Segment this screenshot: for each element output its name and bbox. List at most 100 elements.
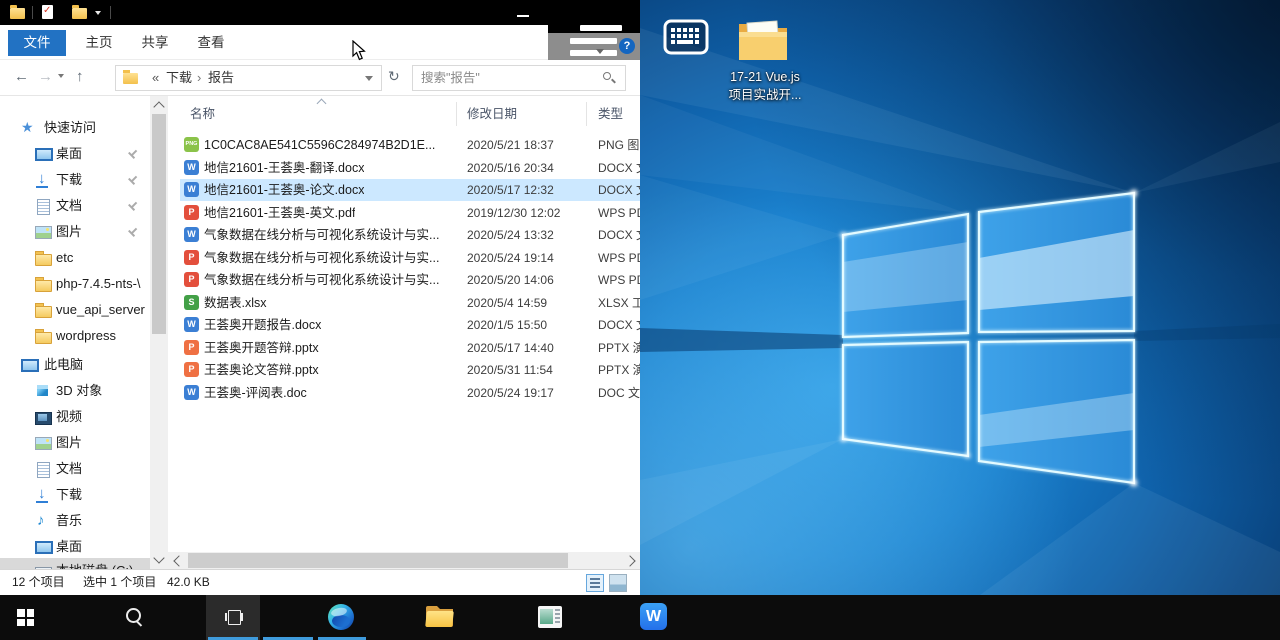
taskbar-wps-button[interactable]: W <box>314 595 364 640</box>
qat-separator <box>110 6 111 19</box>
file-row[interactable]: W 王荟奥开题报告.docx 2020/1/5 15:50 DOCX 文 <box>180 314 640 336</box>
search-box[interactable]: 搜索"报告" <box>412 65 626 91</box>
breadcrumb[interactable]: « 下载 › 报告 <box>115 65 382 91</box>
scroll-up-icon[interactable] <box>153 101 164 112</box>
breadcrumb-reports[interactable]: 报告 <box>208 66 234 90</box>
new-folder-qat-icon[interactable] <box>72 8 87 19</box>
wps-office-icon: W <box>640 603 667 630</box>
tab-file[interactable]: 文件 <box>8 30 66 56</box>
doc-file-icon: W <box>184 385 199 400</box>
file-row[interactable]: P 气象数据在线分析与可视化系统设计与实... 2020/5/24 19:14 … <box>180 247 640 269</box>
file-row[interactable]: P 地信21601-王荟奥-英文.pdf 2019/12/30 12:02 WP… <box>180 202 640 224</box>
scrollbar-thumb[interactable] <box>188 553 568 568</box>
column-header-name[interactable]: 名称 <box>190 100 215 128</box>
file-row[interactable]: PNG 1C0CAC8AE541C5596C284974B2D1E... 202… <box>180 134 640 156</box>
png-file-icon: PNG <box>184 137 199 152</box>
folder-icon <box>35 328 51 344</box>
properties-qat-icon[interactable] <box>42 5 53 19</box>
sidebar-item-documents-pc[interactable]: 文档 <box>0 456 150 482</box>
sidebar-item-downloads-pc[interactable]: 下载 <box>0 482 150 508</box>
sidebar-item-downloads[interactable]: 下载 <box>0 167 150 193</box>
list-horizontal-scrollbar[interactable] <box>168 552 640 569</box>
file-row[interactable]: W 王荟奥-评阅表.doc 2020/5/24 19:17 DOC 文 <box>180 382 640 404</box>
scroll-down-icon[interactable] <box>153 552 164 563</box>
taskbar-capture-app-button[interactable] <box>262 595 312 640</box>
scroll-right-icon[interactable] <box>624 555 635 566</box>
forward-icon[interactable]: → <box>38 68 53 85</box>
minimize-button[interactable] <box>508 0 538 25</box>
address-dropdown-chevron-icon[interactable] <box>365 76 373 81</box>
title-bar[interactable]: × <box>0 0 640 25</box>
search-icon[interactable] <box>603 72 611 80</box>
explorer-app-icon <box>10 8 25 19</box>
computer-icon <box>21 357 37 373</box>
qat-separator <box>32 6 33 19</box>
sidebar-item-documents[interactable]: 文档 <box>0 193 150 219</box>
scrollbar-thumb[interactable] <box>152 114 166 334</box>
tab-view[interactable]: 查看 <box>188 30 234 56</box>
scroll-left-icon[interactable] <box>173 555 184 566</box>
column-divider[interactable] <box>586 102 587 126</box>
tab-share[interactable]: 共享 <box>132 30 178 56</box>
file-row[interactable]: S 数据表.xlsx 2020/5/4 14:59 XLSX 工 <box>180 292 640 314</box>
back-icon[interactable]: ← <box>14 68 29 85</box>
column-divider[interactable] <box>456 102 457 126</box>
picture-icon <box>35 224 51 240</box>
refresh-icon[interactable]: ↻ <box>388 68 400 85</box>
file-row-selected[interactable]: W 地信21601-王荟奥-论文.docx 2020/5/17 12:32 DO… <box>180 179 640 201</box>
folder-icon <box>735 16 795 66</box>
document-icon <box>35 461 51 477</box>
file-explorer-icon <box>426 606 453 627</box>
task-view-button[interactable] <box>106 595 150 640</box>
large-icons-view-button[interactable] <box>609 574 627 592</box>
sidebar-item-music[interactable]: 音乐 <box>0 508 150 534</box>
qat-customize-chevron-icon[interactable] <box>95 11 101 15</box>
file-row[interactable]: W 地信21601-王荟奥-翻译.docx 2020/5/16 20:34 DO… <box>180 157 640 179</box>
overlay-bar <box>570 38 617 44</box>
sidebar-item-pictures-pc[interactable]: 图片 <box>0 430 150 456</box>
download-icon <box>35 487 51 503</box>
breadcrumb-overflow[interactable]: « <box>152 66 159 90</box>
sidebar-item-desktop[interactable]: 桌面 <box>0 141 150 167</box>
breadcrumb-downloads[interactable]: 下载 <box>166 66 192 90</box>
ribbon-collapse-chevron-icon[interactable] <box>596 49 604 54</box>
sidebar-item-wordpress[interactable]: wordpress <box>0 323 150 349</box>
column-header-type[interactable]: 类型 <box>598 100 623 128</box>
file-row[interactable]: P 王荟奥开题答辩.pptx 2020/5/17 14:40 PPTX 演 <box>180 337 640 359</box>
sidebar-item-3d-objects[interactable]: 3D 对象 <box>0 378 150 404</box>
help-button[interactable]: ? <box>619 38 635 54</box>
recent-locations-chevron-icon[interactable] <box>58 74 64 78</box>
desktop-icon <box>35 146 51 162</box>
taskbar-edge-button[interactable] <box>158 595 206 640</box>
details-view-button[interactable] <box>586 574 604 592</box>
sidebar-item-pictures[interactable]: 图片 <box>0 219 150 245</box>
video-icon <box>35 409 51 425</box>
desktop-folder-shortcut[interactable]: 17-21 Vue.js 项目实战开... <box>710 16 820 106</box>
sidebar-scrollbar[interactable] <box>150 96 168 570</box>
taskbar-search-button[interactable] <box>56 595 100 640</box>
sidebar-item-videos[interactable]: 视频 <box>0 404 150 430</box>
up-icon[interactable]: ↑ <box>76 68 84 85</box>
sidebar-item-etc[interactable]: etc <box>0 245 150 271</box>
pdf-file-icon: P <box>184 205 199 220</box>
xlsx-file-icon: S <box>184 295 199 310</box>
touch-keyboard-overlay-icon[interactable] <box>663 19 709 55</box>
sidebar-item-vue-api-server[interactable]: vue_api_server <box>0 297 150 323</box>
file-row[interactable]: W 气象数据在线分析与可视化系统设计与实... 2020/5/24 13:32 … <box>180 224 640 246</box>
status-bar: 12 个项目 选中 1 个项目 42.0 KB <box>0 569 640 595</box>
music-note-icon <box>35 513 51 529</box>
taskbar-explorer-button[interactable] <box>206 595 260 640</box>
sidebar-item-desktop-pc[interactable]: 桌面 <box>0 534 150 560</box>
overlay-bar <box>570 50 617 56</box>
picture-icon <box>35 435 51 451</box>
column-header-date[interactable]: 修改日期 <box>467 100 517 128</box>
sidebar-item-php[interactable]: php-7.4.5-nts-\ <box>0 271 150 297</box>
tab-home[interactable]: 主页 <box>76 30 122 56</box>
document-icon <box>35 198 51 214</box>
file-row[interactable]: P 气象数据在线分析与可视化系统设计与实... 2020/5/20 14:06 … <box>180 269 640 291</box>
item-count: 12 个项目 <box>12 570 65 595</box>
sidebar-item-quick-access[interactable]: 快速访问 <box>0 115 150 141</box>
start-button[interactable] <box>0 595 52 640</box>
file-row[interactable]: P 王荟奥论文答辩.pptx 2020/5/31 11:54 PPTX 演 <box>180 359 640 381</box>
sidebar-item-this-pc[interactable]: 此电脑 <box>0 352 150 378</box>
